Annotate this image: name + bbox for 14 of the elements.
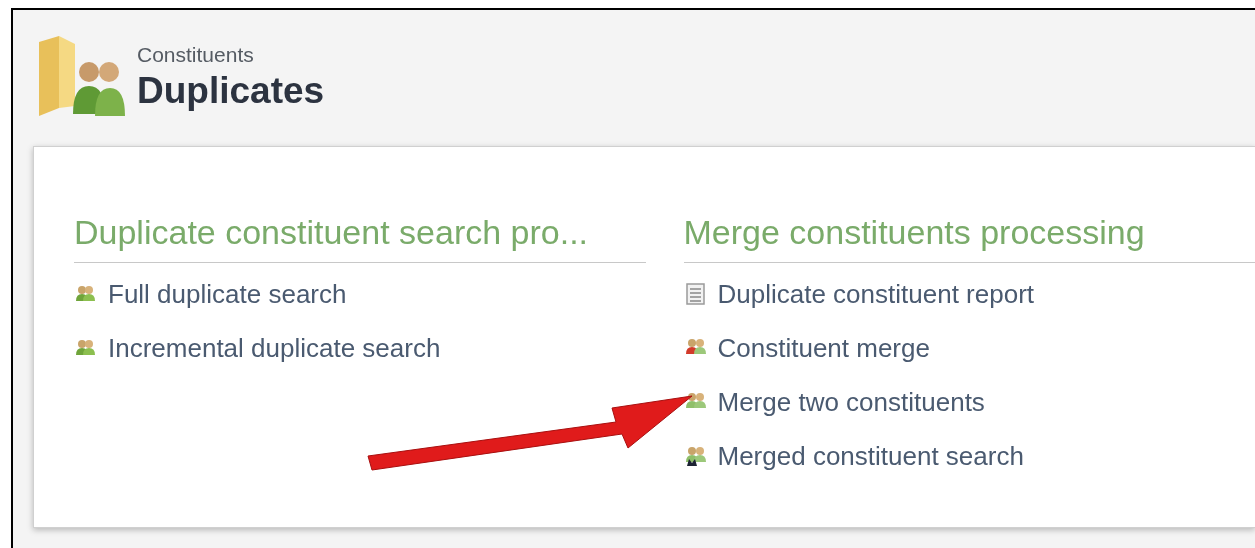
report-icon	[683, 282, 708, 306]
people-search-icon	[683, 445, 708, 467]
people-icon	[74, 284, 98, 304]
breadcrumb-text: Constituents	[137, 41, 255, 68]
page-title: Duplicates	[137, 69, 325, 113]
section-heading: Merge constituents processing	[683, 207, 1255, 263]
task-link[interactable]: Constituent merge	[683, 335, 1255, 361]
people-icon	[74, 338, 98, 358]
task-link[interactable]: Merged constituent search	[683, 443, 1255, 469]
section-heading: Duplicate constituent search pro...	[74, 207, 646, 263]
task-link[interactable]: Incremental duplicate search	[74, 335, 646, 361]
task-link[interactable]: Full duplicate search	[74, 281, 646, 307]
task-link[interactable]: Merge two constituents	[683, 389, 1255, 415]
task-link[interactable]: Duplicate constituent report	[683, 281, 1255, 307]
